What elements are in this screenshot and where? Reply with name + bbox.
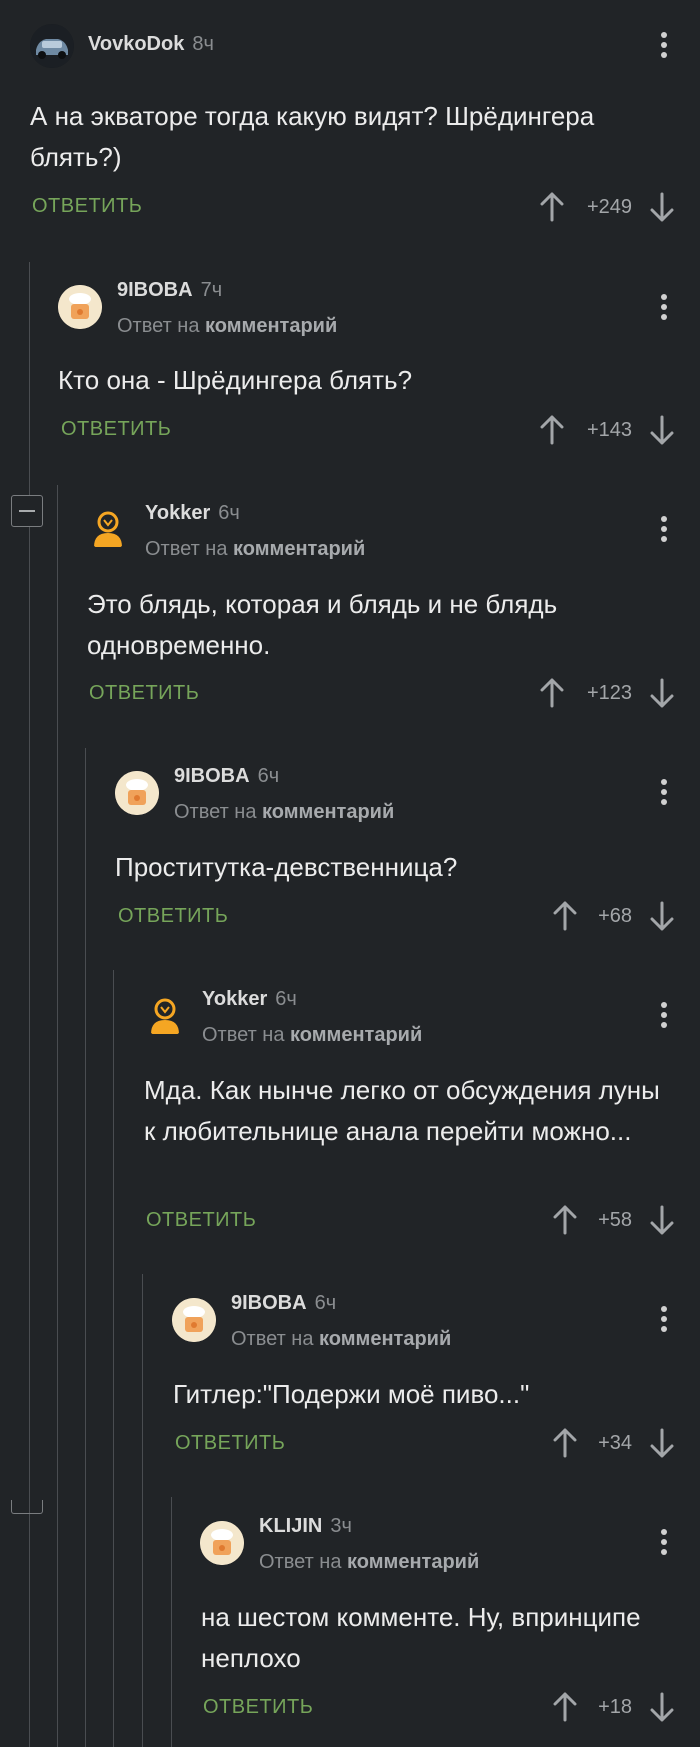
reply-to-prefix: Ответ на: [145, 538, 228, 560]
comment-text: А на экваторе тогда какую видят? Шрёдинг…: [30, 101, 595, 172]
reply-to-link[interactable]: комментарий: [233, 538, 365, 560]
timestamp: 6ч: [314, 1292, 337, 1314]
arrow-down-icon[interactable]: [650, 192, 674, 222]
comment-text: Это блядь, которая и блядь и не блядь од…: [87, 589, 558, 660]
reply-to-prefix: Ответ на: [117, 315, 200, 337]
username[interactable]: 9IBOBA: [231, 1292, 307, 1314]
vote-score: +58: [598, 1209, 632, 1231]
more-vertical-icon[interactable]: [658, 30, 670, 60]
thread-line: [29, 262, 30, 1747]
reply-button[interactable]: ОТВЕТИТЬ: [61, 418, 171, 441]
reply-to-prefix: Ответ на: [259, 1551, 342, 1573]
thread-line: [57, 485, 58, 1747]
reply-to-link[interactable]: комментарий: [347, 1551, 479, 1573]
avatar[interactable]: [200, 1521, 244, 1565]
vote-score: +123: [586, 682, 632, 704]
timestamp: 3ч: [330, 1515, 352, 1537]
more-vertical-icon[interactable]: [658, 514, 670, 544]
more-vertical-icon[interactable]: [658, 1527, 670, 1557]
comment-text: на шестом комменте. Ну, впринципе неплох…: [201, 1602, 641, 1673]
collapse-bracket[interactable]: [11, 1500, 43, 1514]
reply-to: Ответ на комментарий: [259, 1551, 479, 1574]
arrow-down-icon[interactable]: [650, 415, 674, 445]
reply-to-link[interactable]: комментарий: [290, 1024, 422, 1046]
avatar[interactable]: [30, 24, 74, 68]
more-vertical-icon[interactable]: [658, 777, 670, 807]
reply-to-link[interactable]: комментарий: [319, 1328, 451, 1350]
vote-score: +34: [598, 1432, 632, 1454]
thread-line: [171, 1497, 172, 1747]
reply-to-link[interactable]: комментарий: [262, 801, 394, 823]
thread-line: [142, 1274, 143, 1747]
thread-line: [85, 748, 86, 1747]
username[interactable]: VovkoDok: [88, 33, 184, 55]
arrow-up-icon[interactable]: [540, 678, 564, 708]
username[interactable]: Yokker: [202, 988, 267, 1010]
reply-to: Ответ на комментарий: [117, 315, 337, 338]
avatar[interactable]: [58, 285, 102, 329]
more-vertical-icon[interactable]: [658, 1000, 670, 1030]
avatar[interactable]: [86, 507, 130, 551]
avatar[interactable]: [172, 1298, 216, 1342]
reply-to-prefix: Ответ на: [174, 801, 257, 823]
timestamp: 6ч: [218, 502, 240, 524]
reply-to: Ответ на комментарий: [145, 538, 365, 561]
timestamp: 7ч: [200, 279, 223, 301]
reply-button[interactable]: ОТВЕТИТЬ: [203, 1696, 313, 1719]
vote-score: +68: [598, 905, 632, 927]
reply-to: Ответ на комментарий: [231, 1328, 451, 1351]
timestamp: 8ч: [192, 33, 214, 55]
arrow-up-icon[interactable]: [540, 415, 564, 445]
avatar[interactable]: [143, 994, 187, 1038]
username[interactable]: 9IBOBA: [117, 279, 193, 301]
reply-to-prefix: Ответ на: [202, 1024, 285, 1046]
reply-button[interactable]: ОТВЕТИТЬ: [118, 905, 228, 928]
arrow-down-icon[interactable]: [650, 1692, 674, 1722]
username[interactable]: 9IBOBA: [174, 765, 250, 787]
reply-to-prefix: Ответ на: [231, 1328, 314, 1350]
more-vertical-icon[interactable]: [658, 1304, 670, 1334]
comment-text: Проститутка-девственница?: [115, 852, 458, 882]
comment-text: Мда. Как нынче легко от обсуждения луны …: [144, 1075, 660, 1146]
arrow-down-icon[interactable]: [650, 1205, 674, 1235]
vote-score: +18: [598, 1696, 632, 1718]
reply-button[interactable]: ОТВЕТИТЬ: [89, 682, 199, 705]
arrow-down-icon[interactable]: [650, 678, 674, 708]
username[interactable]: KLIJIN: [259, 1515, 322, 1537]
avatar[interactable]: [115, 771, 159, 815]
reply-to: Ответ на комментарий: [202, 1024, 422, 1047]
comment-text: Гитлер:"Подержи моё пиво...": [173, 1379, 530, 1409]
vote-score: +143: [586, 419, 632, 441]
reply-button[interactable]: ОТВЕТИТЬ: [32, 195, 142, 218]
collapse-minus-icon[interactable]: [11, 495, 43, 527]
reply-button[interactable]: ОТВЕТИТЬ: [146, 1209, 256, 1232]
timestamp: 6ч: [275, 988, 297, 1010]
arrow-down-icon[interactable]: [650, 901, 674, 931]
thread-line: [113, 970, 114, 1747]
arrow-down-icon[interactable]: [650, 1428, 674, 1458]
timestamp: 6ч: [257, 765, 280, 787]
username[interactable]: Yokker: [145, 502, 210, 524]
more-vertical-icon[interactable]: [658, 292, 670, 322]
comment-text: Кто она - Шрёдингера блять?: [58, 365, 413, 395]
reply-button[interactable]: ОТВЕТИТЬ: [175, 1432, 285, 1455]
reply-to: Ответ на комментарий: [174, 801, 394, 824]
arrow-up-icon[interactable]: [540, 192, 564, 222]
reply-to-link[interactable]: комментарий: [205, 315, 337, 337]
vote-score: +249: [586, 196, 632, 218]
